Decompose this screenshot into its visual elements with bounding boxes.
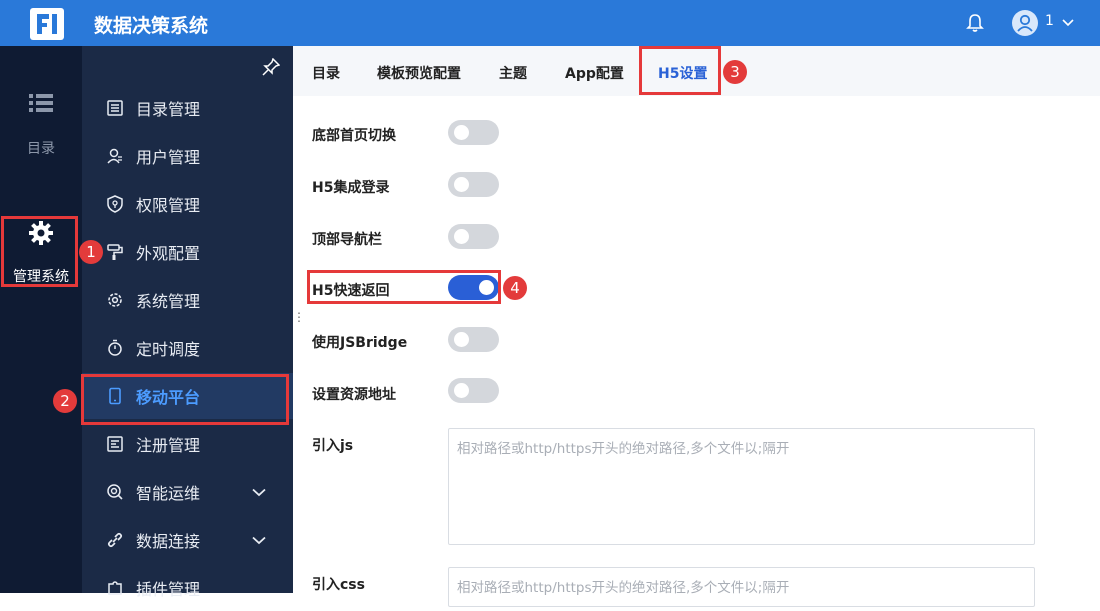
toggle-use-jsbridge[interactable] xyxy=(448,327,499,352)
sidebar-item-label: 用户管理 xyxy=(136,148,201,167)
include-js-textarea[interactable]: 相对路径或http/https开头的绝对路径,多个文件以;隔开 xyxy=(448,428,1035,545)
toggle-h5-integrated-login[interactable] xyxy=(448,172,499,197)
highlight-box-h5-tab xyxy=(639,46,721,95)
include-css-textarea[interactable]: 相对路径或http/https开头的绝对路径,多个文件以;隔开 xyxy=(448,567,1035,607)
sidebar-item-permission-management[interactable]: 权限管理 xyxy=(82,181,293,227)
user-icon xyxy=(1017,14,1033,32)
sidebar-item-appearance-config[interactable]: 外观配置 xyxy=(82,229,293,275)
pin-icon[interactable] xyxy=(262,58,280,76)
highlight-box-management xyxy=(1,216,78,287)
list-icon xyxy=(29,94,53,112)
setting-label-use-jsbridge: 使用JSBridge xyxy=(312,335,408,351)
annotation-badge: 1 xyxy=(79,240,103,264)
sidebar-item-system-management[interactable]: 系统管理 xyxy=(82,277,293,323)
label-include-js: 引入js xyxy=(312,438,354,454)
chevron-down-icon[interactable] xyxy=(250,531,268,549)
user-avatar[interactable] xyxy=(1012,10,1038,36)
sidebar-item-plugin-management[interactable]: 插件管理 xyxy=(82,565,293,611)
setting-label-top-nav-bar: 顶部导航栏 xyxy=(312,232,382,248)
annotation-badge: 2 xyxy=(53,389,77,413)
sidebar-item-data-connection[interactable]: 数据连接 xyxy=(82,517,293,563)
toggle-resource-address[interactable] xyxy=(448,378,499,403)
highlight-box-mobile-platform xyxy=(81,374,289,425)
gear-icon xyxy=(108,293,122,307)
sidebar-item-label: 目录管理 xyxy=(136,100,201,119)
sidebar-item-user-management[interactable]: 用户管理 xyxy=(82,133,293,179)
app-title: 数据决策系统 xyxy=(94,15,209,37)
setting-label-h5-integrated-login: H5集成登录 xyxy=(312,180,390,196)
sidebar-item-catalog-management[interactable]: 目录管理 xyxy=(82,85,293,131)
sidebar-item-label: 注册管理 xyxy=(136,436,201,455)
link-icon xyxy=(107,532,123,548)
annotation-badge: 4 xyxy=(503,276,527,300)
rail-item-catalog[interactable]: 目录 xyxy=(0,92,82,158)
setting-label-resource-address: 设置资源地址 xyxy=(312,387,396,403)
annotation-badge: 3 xyxy=(723,60,747,84)
tab-theme[interactable]: 主题 xyxy=(499,63,527,83)
sidebar-item-label: 数据连接 xyxy=(136,532,201,551)
sidebar-item-label: 外观配置 xyxy=(136,244,201,263)
sidebar-item-label: 系统管理 xyxy=(136,292,201,311)
tab-template-preview[interactable]: 模板预览配置 xyxy=(377,63,461,83)
user-icon xyxy=(107,148,122,164)
sidebar-item-registration-management[interactable]: 注册管理 xyxy=(82,421,293,467)
sidebar-item-scheduled-tasks[interactable]: 定时调度 xyxy=(82,325,293,371)
tab-app-config[interactable]: App配置 xyxy=(565,63,624,83)
tab-catalog[interactable]: 目录 xyxy=(312,63,340,83)
app-logo xyxy=(30,8,64,40)
shield-icon xyxy=(107,195,123,213)
sidebar-item-label: 插件管理 xyxy=(136,580,201,599)
include-css-placeholder: 相对路径或http/https开头的绝对路径,多个文件以;隔开 xyxy=(457,580,790,596)
rail-item-label: 目录 xyxy=(27,141,55,157)
label-include-css: 引入css xyxy=(312,577,365,593)
toggle-bottom-home-switch[interactable] xyxy=(448,120,499,145)
list-box-icon xyxy=(107,100,123,116)
paint-roller-icon xyxy=(107,244,123,260)
include-js-placeholder: 相对路径或http/https开头的绝对路径,多个文件以;隔开 xyxy=(457,441,790,457)
ops-icon xyxy=(107,484,123,500)
sidebar-item-intelligent-ops[interactable]: 智能运维 xyxy=(82,469,293,515)
user-name[interactable]: 1 xyxy=(1045,13,1054,29)
bell-icon[interactable] xyxy=(964,12,986,34)
resize-handle[interactable]: ⋮ xyxy=(293,310,305,324)
toggle-top-nav-bar[interactable] xyxy=(448,224,499,249)
sidebar-item-label: 权限管理 xyxy=(136,196,201,215)
highlight-box-h5-quick-back xyxy=(307,270,501,304)
register-icon xyxy=(107,436,123,452)
chevron-down-icon[interactable] xyxy=(250,483,268,501)
setting-label-bottom-home-switch: 底部首页切换 xyxy=(312,128,396,144)
stopwatch-icon xyxy=(108,339,122,356)
sidebar-item-label: 定时调度 xyxy=(136,340,201,359)
chevron-down-icon[interactable] xyxy=(1060,14,1076,30)
sidebar-item-label: 智能运维 xyxy=(136,484,201,503)
top-header: 数据决策系统 1 xyxy=(0,0,1100,46)
puzzle-icon xyxy=(108,581,122,595)
